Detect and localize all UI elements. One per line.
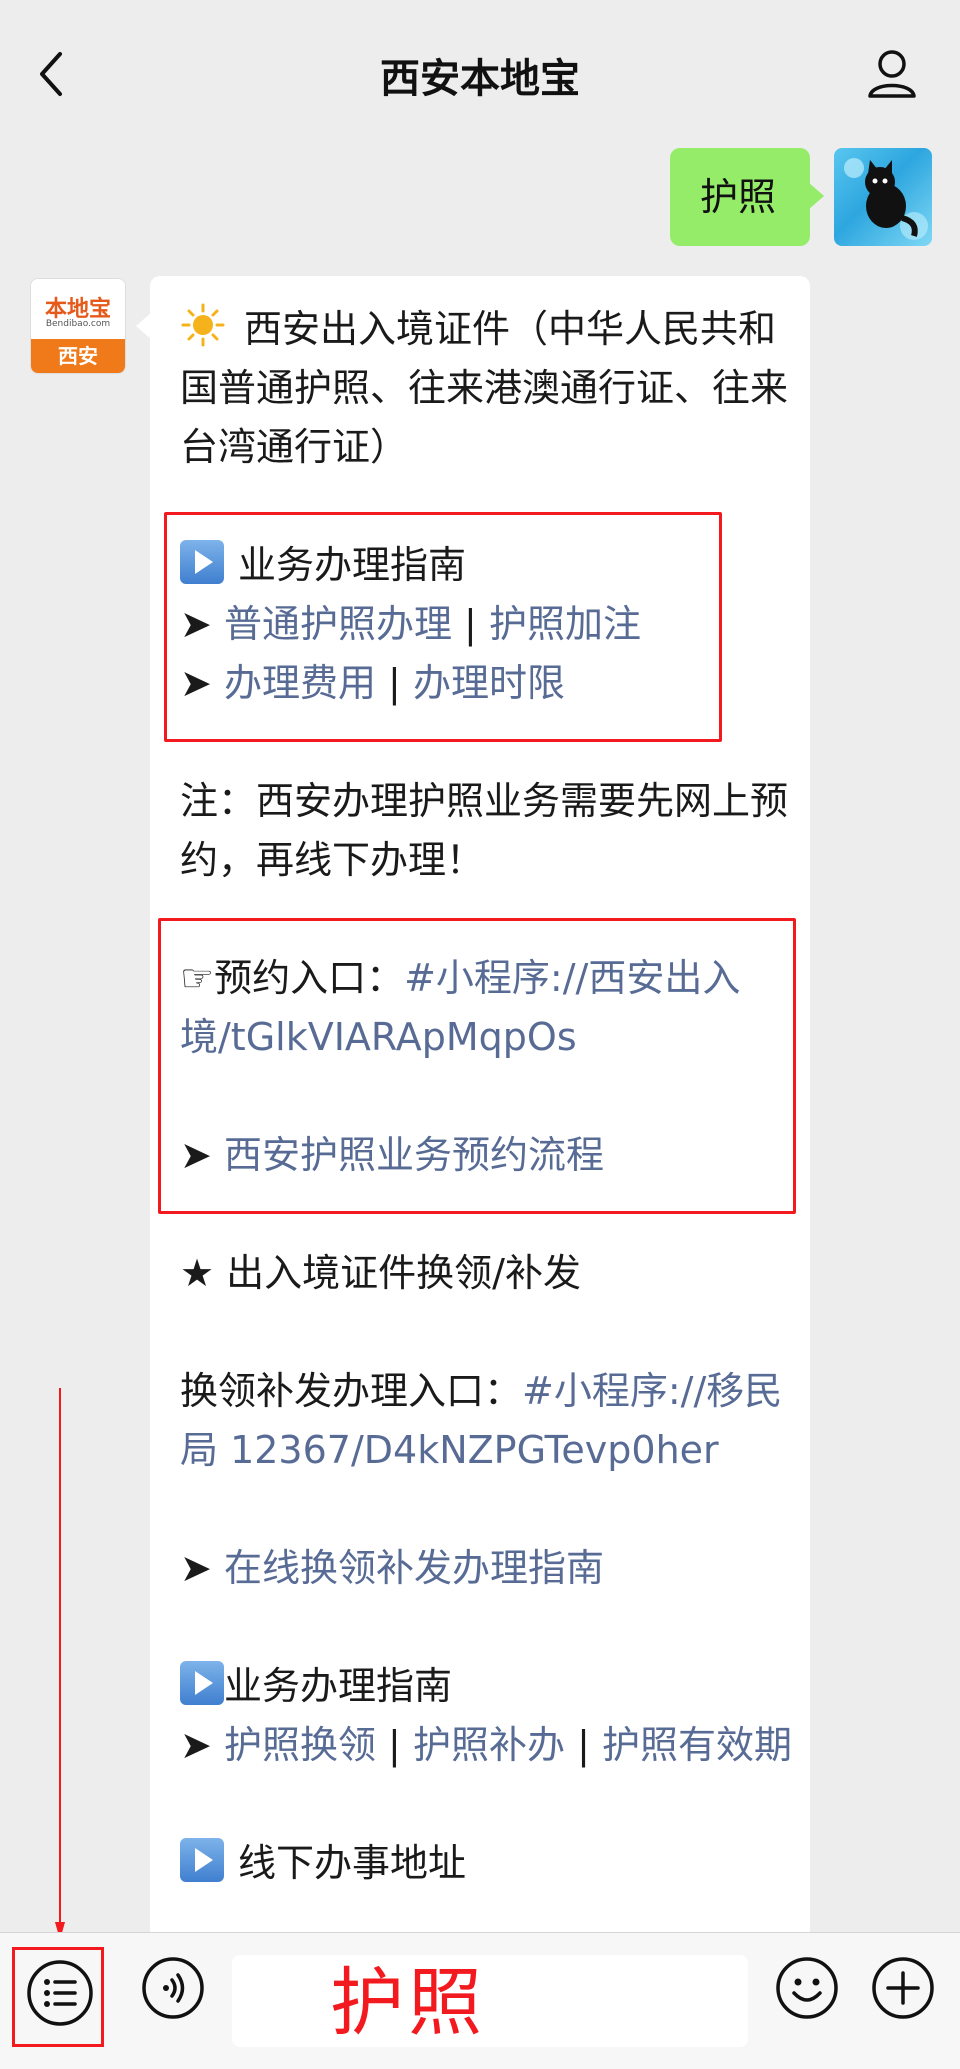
play-icon — [180, 1838, 224, 1882]
avatar[interactable] — [834, 148, 932, 246]
emoji-button[interactable] — [774, 1955, 840, 2021]
plus-icon — [872, 1957, 934, 2019]
intro-text: 西安出入境证件（中华人民共和国普通护照、往来港澳通行证、往来台湾通行证） — [180, 307, 789, 469]
menu-list-icon — [27, 1960, 93, 2026]
section3-title: 线下办事地址 — [238, 1841, 467, 1885]
link-renew-online-guide[interactable]: 在线换领补发办理指南 — [224, 1546, 604, 1590]
annotation-arrow — [55, 1388, 65, 1940]
renew-heading: ★ 出入境证件换领/补发 — [180, 1244, 792, 1303]
brand-city: 西安 — [31, 339, 125, 373]
section2-links: ➤ 护照换领 | 护照补办 | 护照有效期 — [180, 1716, 792, 1775]
voice-icon — [142, 1957, 204, 2019]
star-icon: ★ — [180, 1251, 215, 1295]
cat-avatar-icon — [844, 158, 928, 240]
outgoing-message-bubble[interactable]: 护照 — [670, 148, 824, 246]
emoji-icon — [776, 1957, 838, 2019]
annotation-box-guide — [164, 512, 722, 742]
play-icon — [180, 1661, 224, 1705]
arrow-icon: ➤ — [180, 1723, 212, 1767]
menu-button[interactable] — [22, 1955, 98, 2031]
message-input-value: 护照 — [330, 1960, 486, 2046]
separator: | — [577, 1723, 590, 1767]
renew-entry-label: 换领补发办理入口： — [180, 1369, 523, 1413]
voice-button[interactable] — [140, 1955, 206, 2021]
arrow-icon: ➤ — [180, 1546, 212, 1590]
link-renew-passport[interactable]: 护照换领 — [224, 1723, 376, 1767]
note-paragraph: 注：西安办理护照业务需要先网上预约，再线下办理！ — [180, 779, 789, 882]
profile-button[interactable] — [864, 46, 920, 102]
chat-input-bar: 护照 — [0, 1932, 960, 2069]
separator: | — [388, 1723, 401, 1767]
page-title: 西安本地宝 — [380, 56, 580, 102]
renew-title: 出入境证件换领/补发 — [226, 1251, 581, 1295]
section3-heading: 线下办事地址 — [180, 1834, 792, 1893]
outgoing-message-row: 护照 — [0, 148, 960, 248]
sun-icon — [181, 303, 225, 347]
link-reissue-passport[interactable]: 护照补办 — [413, 1723, 565, 1767]
plus-button[interactable] — [870, 1955, 936, 2021]
brand-avatar[interactable]: 本地宝 Bendibao.com 西安 — [30, 278, 126, 374]
person-icon — [868, 50, 916, 98]
message-input[interactable] — [232, 1955, 748, 2047]
brand-domain: Bendibao.com — [45, 319, 111, 329]
link-passport-validity[interactable]: 护照有效期 — [602, 1723, 792, 1767]
chat-header: 西安本地宝 — [0, 0, 960, 138]
intro-paragraph: 西安出入境证件（中华人民共和国普通护照、往来港澳通行证、往来台湾通行证） — [180, 300, 792, 477]
renew-entry: 换领补发办理入口：#小程序://移民局 12367/D4kNZPGTevp0he… — [180, 1362, 792, 1480]
brand-logo-text: 本地宝 — [31, 279, 125, 341]
renew-online-row: ➤ 在线换领补发办理指南 — [180, 1539, 792, 1598]
section2-title: 业务办理指南 — [224, 1664, 453, 1708]
section2-heading: 业务办理指南 — [180, 1657, 792, 1716]
annotation-box-appointment — [158, 918, 796, 1214]
